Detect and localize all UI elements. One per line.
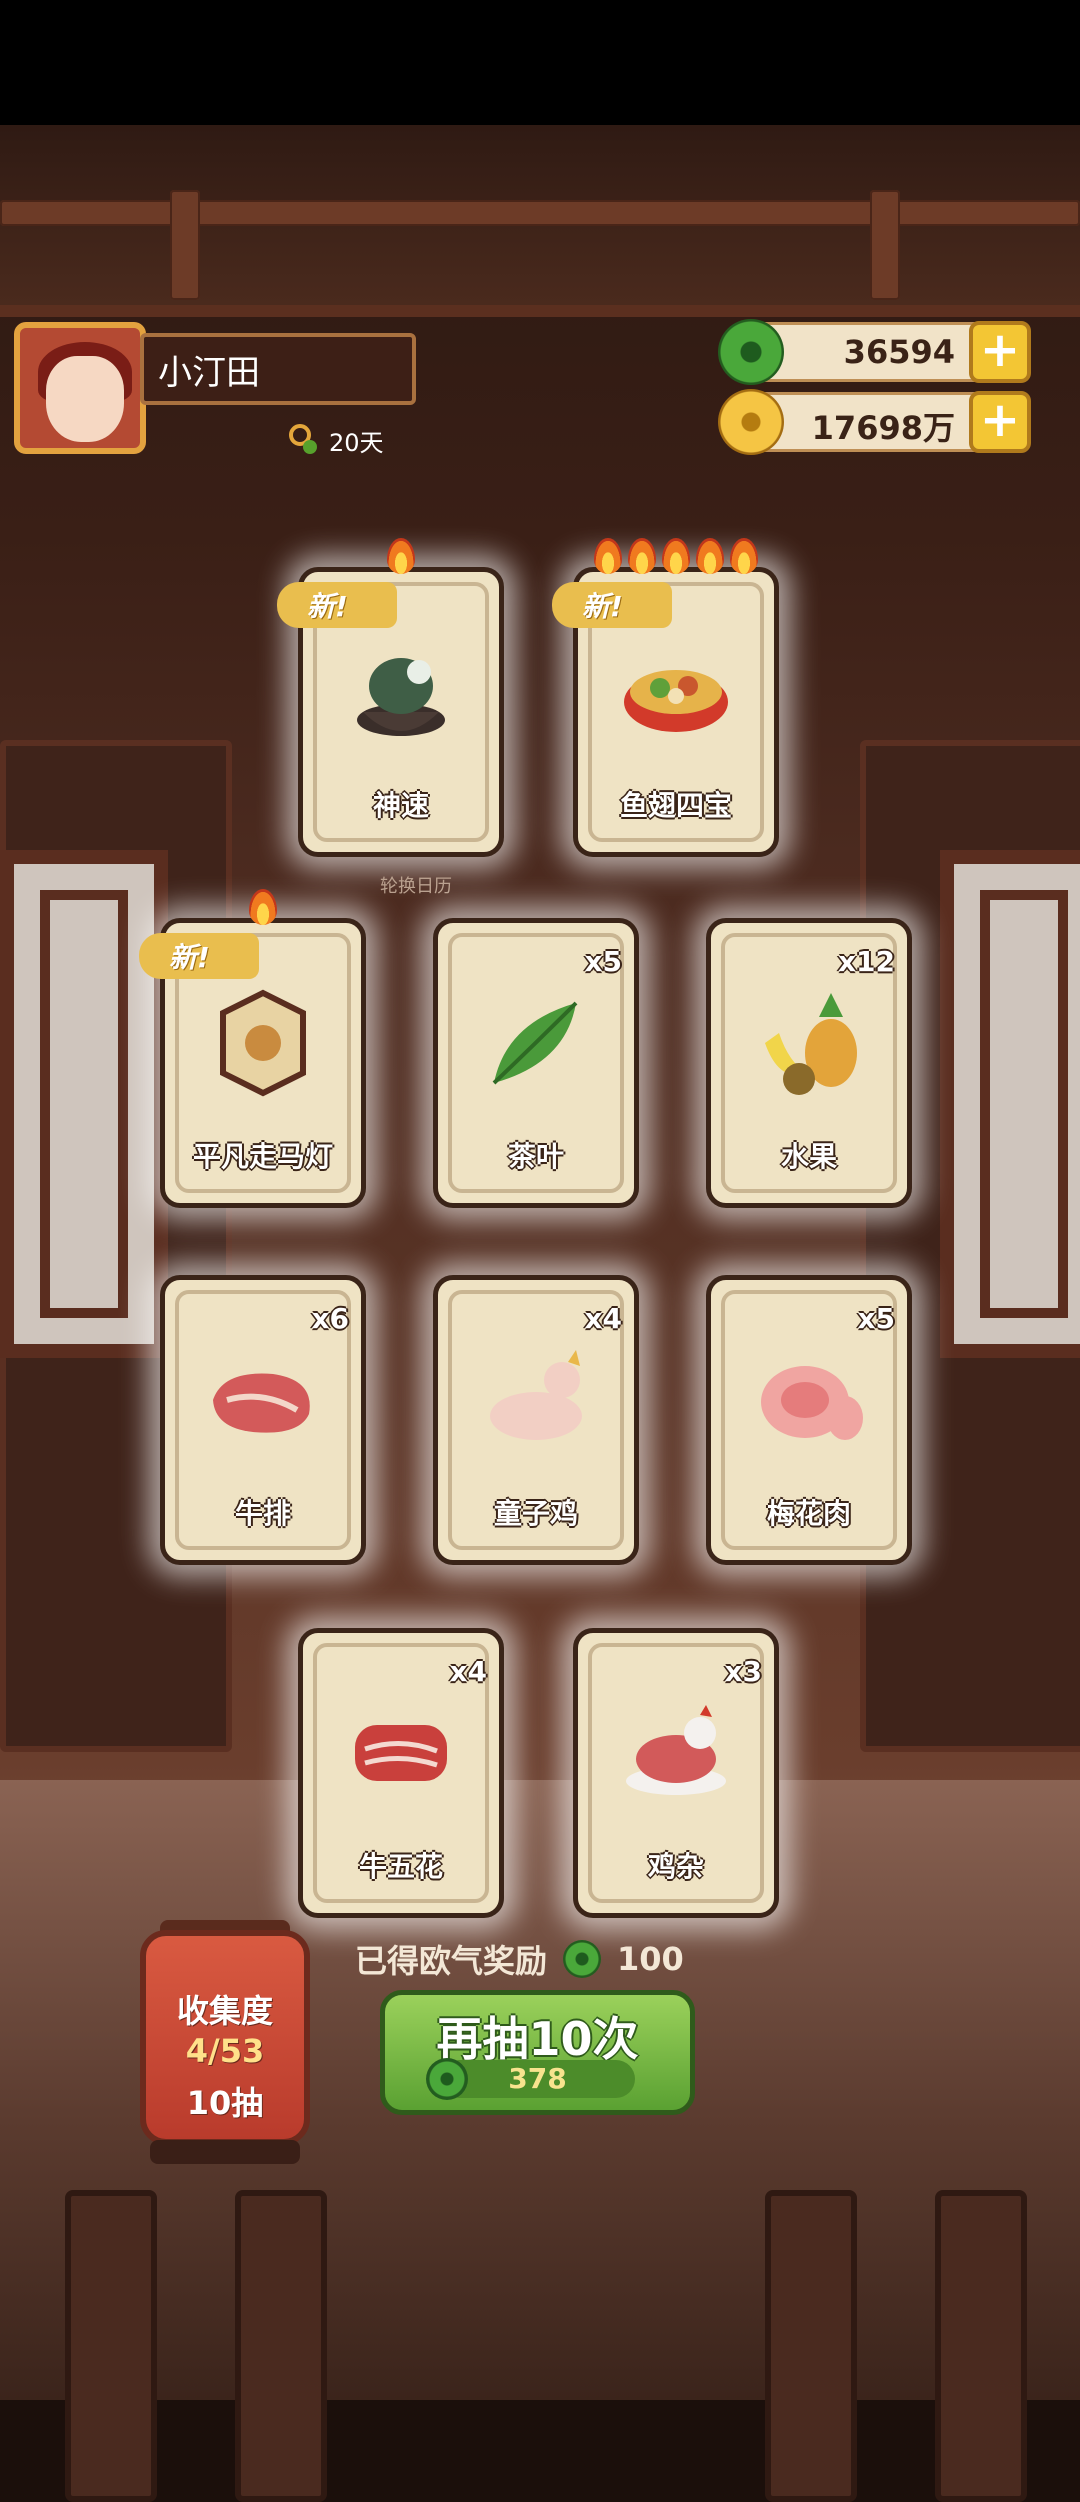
bird-bowl-icon xyxy=(357,658,445,736)
card-steak[interactable]: x6 牛排 xyxy=(160,1275,366,1565)
card-label: 牛五花 xyxy=(358,1850,443,1883)
chicken-icon xyxy=(490,1350,582,1440)
reward-value: 100 xyxy=(617,1940,684,1978)
reward-text: 已得欧气奖励 xyxy=(355,1942,548,1980)
rarity-flames xyxy=(165,889,361,933)
coin-icon xyxy=(718,389,784,455)
fence-post xyxy=(235,2190,327,2502)
card-fruit[interactable]: x12 水果 xyxy=(706,918,912,1208)
draw-cost: 378 xyxy=(426,2058,635,2100)
fence-post xyxy=(765,2190,857,2502)
card-quantity: x6 xyxy=(311,1302,349,1335)
lantern-icon xyxy=(220,989,306,1097)
card-chicken[interactable]: x4 童子鸡 xyxy=(433,1275,639,1565)
collection-progress: 4/53 xyxy=(185,2032,265,2070)
player-name-plate: 小汀田 xyxy=(140,333,416,405)
card-beef-belly[interactable]: x4 牛五花 xyxy=(298,1628,504,1918)
tea-leaf-icon xyxy=(492,1001,578,1085)
card-pork[interactable]: x5 梅花肉 xyxy=(706,1275,912,1565)
add-coins-button[interactable]: + xyxy=(969,391,1031,453)
beef-belly-icon xyxy=(355,1725,447,1781)
collection-title: 收集度 xyxy=(176,1992,273,2030)
lantern-base xyxy=(150,2140,300,2164)
collection-lantern[interactable]: 收集度 4/53 10抽 xyxy=(140,1930,310,2145)
player-name: 小汀田 xyxy=(158,352,260,393)
roof-beam xyxy=(0,200,1080,226)
fence-post xyxy=(65,2190,157,2502)
jade-amount: 36594 xyxy=(843,333,955,371)
card-yuchisibao[interactable]: 新! 鱼翅四宝 xyxy=(552,538,779,857)
rarity-flames xyxy=(578,538,774,582)
new-badge: 新! xyxy=(277,582,397,628)
days-indicator: 20天 xyxy=(285,422,384,458)
steak-icon xyxy=(213,1373,310,1433)
card-label: 鱼翅四宝 xyxy=(619,789,732,822)
pork-icon xyxy=(761,1366,863,1440)
card-tea[interactable]: x5 茶叶 xyxy=(433,918,639,1208)
new-badge: 新! xyxy=(139,933,259,979)
days-text: 20天 xyxy=(329,428,384,457)
card-quantity: x5 xyxy=(857,1302,895,1335)
feast-pot-icon xyxy=(624,670,728,732)
coin-currency-bar: 17698万 + xyxy=(718,389,1031,455)
card-quantity: x3 xyxy=(724,1655,762,1688)
coin-amount: 17698万 xyxy=(811,409,955,447)
card-quantity: x5 xyxy=(584,945,622,978)
add-jade-button[interactable]: + xyxy=(969,321,1031,383)
rarity-flames xyxy=(303,538,499,582)
new-badge: 新! xyxy=(552,582,672,628)
status-bar xyxy=(0,0,1080,125)
draw-cost-value: 378 xyxy=(508,2062,567,2095)
card-label: 平凡走马灯 xyxy=(192,1140,333,1173)
card-giblets[interactable]: x3 鸡杂 xyxy=(573,1628,779,1918)
card-label: 牛排 xyxy=(234,1497,291,1530)
draw-again-button[interactable]: 再抽10次 378 xyxy=(380,1990,695,2115)
card-label: 梅花肉 xyxy=(766,1497,851,1530)
left-window xyxy=(0,850,168,1358)
right-window xyxy=(940,850,1080,1358)
fence-post xyxy=(935,2190,1027,2502)
collection-draws: 10抽 xyxy=(186,2084,264,2122)
card-label: 鸡杂 xyxy=(647,1850,704,1883)
avatar-face xyxy=(46,356,124,442)
player-avatar[interactable] xyxy=(14,322,146,454)
roof-post xyxy=(870,190,900,300)
jade-currency-bar: 36594 + xyxy=(718,319,1031,385)
jade-icon xyxy=(563,1940,602,1978)
fruit-icon xyxy=(765,993,857,1095)
card-label: 神速 xyxy=(372,789,429,822)
card-quantity: x4 xyxy=(449,1655,487,1688)
giblets-icon xyxy=(626,1705,726,1795)
card-label: 茶叶 xyxy=(507,1140,564,1173)
roof-post xyxy=(170,190,200,300)
jade-icon xyxy=(426,2058,468,2100)
card-label: 童子鸡 xyxy=(493,1497,578,1530)
calendar-caption: 轮换日历 xyxy=(380,876,452,897)
luck-reward: 已得欧气奖励 100 xyxy=(355,1936,684,1982)
card-quantity: x4 xyxy=(584,1302,622,1335)
card-quantity: x12 xyxy=(837,945,895,978)
card-shensu[interactable]: 新! 神速 xyxy=(277,538,504,857)
key-growth-icon xyxy=(285,422,321,458)
jade-icon xyxy=(718,319,784,385)
card-label: 水果 xyxy=(780,1140,837,1173)
card-zoumadeng[interactable]: 新! 平凡走马灯 xyxy=(139,889,366,1208)
